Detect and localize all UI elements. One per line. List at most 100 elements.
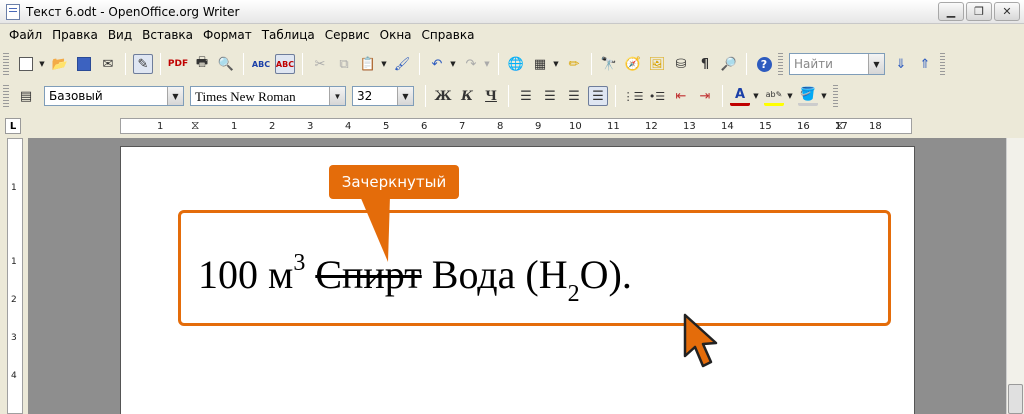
find-input[interactable]: Найти ▼ (789, 53, 885, 75)
menu-bar: Файл Правка Вид Вставка Формат Таблица С… (0, 24, 1024, 46)
menu-view[interactable]: Вид (103, 28, 137, 42)
indent-marker-icon[interactable]: ⧖ (191, 118, 199, 133)
find-previous-icon[interactable]: ⇑ (915, 54, 935, 74)
separator (722, 85, 723, 107)
find-replace-icon[interactable]: 🔭 (599, 54, 619, 74)
font-size-select[interactable]: 32 ▼ (352, 86, 414, 106)
toolbar-grip[interactable] (3, 53, 9, 75)
ruler-number: 6 (421, 121, 428, 132)
close-button[interactable]: ✕ (994, 2, 1020, 21)
window-title: Текст 6.odt - OpenOffice.org Writer (26, 4, 240, 19)
bold-button[interactable]: Ж (433, 86, 453, 106)
paste-dropdown-arrow[interactable]: ▼ (380, 60, 388, 68)
font-color-icon[interactable]: A (730, 86, 750, 106)
vertical-scrollbar[interactable] (1006, 138, 1024, 414)
separator (125, 53, 126, 75)
menu-tools[interactable]: Сервис (320, 28, 375, 42)
ruler-row: L ⧖ ⧖ 1 1 2 3 4 5 6 7 8 9 10 11 12 13 14… (0, 112, 1024, 138)
align-left-icon[interactable]: ☰ (516, 86, 536, 106)
autospellcheck-icon[interactable]: ABC (275, 54, 295, 74)
menu-table[interactable]: Таблица (257, 28, 320, 42)
vertical-ruler[interactable]: 1 1 2 3 4 (7, 138, 23, 414)
tab-stop-selector[interactable]: L (5, 118, 21, 134)
spellcheck-icon[interactable]: ABC (251, 54, 271, 74)
numbering-icon[interactable]: ⋮☰ (623, 86, 644, 106)
align-center-icon[interactable]: ☰ (540, 86, 560, 106)
redo-dropdown-arrow[interactable]: ▼ (483, 60, 491, 68)
draw-functions-icon[interactable]: ✏ (564, 54, 584, 74)
email-icon[interactable]: ✉ (98, 54, 118, 74)
ruler-number: 18 (869, 121, 882, 132)
export-pdf-icon[interactable]: PDF (168, 54, 188, 74)
table-dropdown-arrow[interactable]: ▼ (552, 60, 560, 68)
paste-icon[interactable]: 📋 (358, 54, 378, 74)
gallery-icon[interactable]: 🖼 (647, 54, 667, 74)
document-text-line[interactable]: 100 м3 Спирт Вода (H2O). (198, 250, 632, 313)
menu-format[interactable]: Формат (198, 28, 257, 42)
font-color-dropdown-arrow[interactable]: ▼ (752, 92, 760, 100)
print-icon[interactable]: 🖶 (192, 54, 212, 74)
horizontal-ruler[interactable]: ⧖ ⧖ 1 1 2 3 4 5 6 7 8 9 10 11 12 13 14 1… (120, 118, 912, 134)
data-sources-icon[interactable]: ⛁ (671, 54, 691, 74)
align-justify-icon[interactable]: ☰ (588, 86, 608, 106)
new-document-icon[interactable] (16, 54, 36, 74)
font-name-select[interactable]: Times New Roman ▼ (190, 86, 346, 106)
save-icon[interactable] (74, 54, 94, 74)
callout-label: Зачеркнутый (329, 165, 459, 199)
align-right-icon[interactable]: ☰ (564, 86, 584, 106)
restore-button[interactable]: ❐ (966, 2, 992, 21)
font-size-dropdown-arrow[interactable]: ▼ (397, 87, 413, 105)
decrease-indent-icon[interactable]: ⇤ (671, 86, 691, 106)
font-name-value: Times New Roman (195, 89, 296, 104)
minimize-button[interactable]: ▁ (938, 2, 964, 21)
page-preview-icon[interactable]: 🔍 (216, 54, 236, 74)
help-icon[interactable]: ? (754, 54, 774, 74)
highlight-dropdown-arrow[interactable]: ▼ (786, 92, 794, 100)
zoom-icon[interactable]: 🔎 (719, 54, 739, 74)
menu-insert[interactable]: Вставка (137, 28, 198, 42)
toolbar-grip[interactable] (940, 53, 945, 75)
ruler-number: 4 (345, 121, 352, 132)
underline-button[interactable]: Ч (481, 86, 501, 106)
background-color-dropdown-arrow[interactable]: ▼ (820, 92, 828, 100)
paragraph-style-select[interactable]: Базовый ▼ (44, 86, 184, 106)
hyperlink-icon[interactable]: 🌐 (506, 54, 526, 74)
edit-mode-icon[interactable]: ✎ (133, 54, 153, 74)
navigator-icon[interactable]: 🧭 (623, 54, 643, 74)
toolbar-grip[interactable] (778, 53, 783, 75)
new-dropdown-arrow[interactable]: ▼ (38, 60, 46, 68)
separator (419, 53, 420, 75)
ruler-number: 3 (11, 333, 17, 343)
nonprinting-chars-icon[interactable]: ¶ (695, 54, 715, 74)
ruler-number: 2 (269, 121, 276, 132)
ruler-number: 5 (383, 121, 390, 132)
font-name-dropdown-arrow[interactable]: ▼ (329, 87, 345, 105)
styles-formatting-icon[interactable]: ▤ (16, 86, 36, 106)
find-next-icon[interactable]: ⇓ (891, 54, 911, 74)
scrollbar-thumb[interactable] (1008, 384, 1023, 414)
ruler-number: 8 (497, 121, 504, 132)
background-color-icon[interactable]: 🪣 (798, 86, 818, 106)
undo-icon[interactable]: ↶ (427, 54, 447, 74)
undo-dropdown-arrow[interactable]: ▼ (449, 60, 457, 68)
highlight-color-icon[interactable]: ab✎ (764, 86, 784, 106)
ruler-number: 1 (11, 183, 17, 193)
table-icon[interactable]: ▦ (530, 54, 550, 74)
paragraph-style-dropdown-arrow[interactable]: ▼ (167, 87, 183, 105)
cut-icon[interactable]: ✂ (310, 54, 330, 74)
menu-window[interactable]: Окна (375, 28, 417, 42)
bullets-icon[interactable]: •☰ (647, 86, 667, 106)
toolbar-grip[interactable] (3, 85, 9, 107)
menu-file[interactable]: Файл (4, 28, 47, 42)
increase-indent-icon[interactable]: ⇥ (695, 86, 715, 106)
redo-icon[interactable]: ↷ (461, 54, 481, 74)
toolbar-grip[interactable] (833, 85, 838, 107)
find-dropdown-arrow[interactable]: ▼ (868, 54, 884, 74)
italic-button[interactable]: К (457, 86, 477, 106)
open-icon[interactable]: 📂 (50, 54, 70, 74)
writer-document-icon (6, 3, 20, 20)
menu-help[interactable]: Справка (417, 28, 480, 42)
copy-icon[interactable]: ⧉ (334, 54, 354, 74)
format-paintbrush-icon[interactable]: 🖌 (392, 54, 412, 74)
menu-edit[interactable]: Правка (47, 28, 103, 42)
